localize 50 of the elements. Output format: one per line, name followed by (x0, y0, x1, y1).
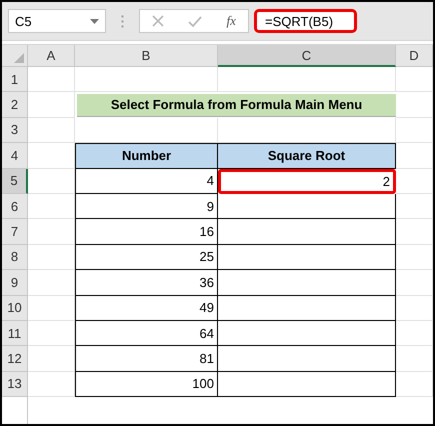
row-header[interactable]: 10 (2, 296, 28, 321)
table-cell: 64 (75, 320, 218, 346)
row-header[interactable]: 12 (2, 346, 28, 372)
row-header[interactable]: 6 (2, 194, 28, 220)
row-header[interactable]: 5 (2, 168, 28, 194)
row-header[interactable]: 9 (2, 270, 28, 296)
insert-function-button[interactable]: fx (226, 13, 236, 29)
table-cell: 49 (75, 296, 218, 321)
table-cell: 36 (75, 270, 218, 296)
name-box[interactable]: C5 (8, 9, 106, 33)
row-header[interactable]: 11 (2, 320, 28, 346)
table-cell: 16 (75, 219, 218, 245)
column-header[interactable]: B (75, 45, 218, 67)
row-header[interactable]: 1 (2, 67, 28, 92)
empty-cell (396, 168, 433, 194)
cancel-icon[interactable] (152, 15, 164, 27)
empty-cell (396, 346, 433, 372)
table-cell: 4 (75, 168, 218, 194)
table-cell: 2 (218, 168, 396, 194)
column-header[interactable]: D (396, 45, 433, 67)
empty-cell (396, 244, 433, 270)
row-header[interactable]: 13 (2, 372, 28, 398)
empty-cell (396, 194, 433, 220)
empty-cell (396, 118, 433, 144)
table-header-cell: Square Root (218, 143, 396, 169)
empty-cell (396, 296, 433, 321)
table-header-cell: Number (75, 143, 218, 169)
empty-cell (396, 320, 433, 346)
empty-cell (396, 219, 433, 245)
sheet-title: Select Formula from Formula Main Menu (77, 94, 396, 117)
row-header[interactable]: 8 (2, 244, 28, 270)
empty-cell (396, 372, 433, 398)
column-header[interactable]: A (28, 45, 75, 67)
row-header[interactable]: 7 (2, 219, 28, 245)
select-all-button[interactable] (2, 45, 28, 67)
row-header[interactable]: 3 (2, 118, 28, 144)
row-header[interactable]: 4 (2, 143, 28, 169)
triangle-icon (14, 53, 24, 63)
table-cell: 100 (75, 372, 218, 398)
table-cell: 25 (75, 244, 218, 270)
table-cell: 81 (75, 346, 218, 372)
row-header[interactable]: 2 (2, 92, 28, 118)
table-cell: 9 (75, 194, 218, 220)
caret-icon (90, 18, 99, 24)
column-header[interactable]: C (218, 45, 396, 67)
empty-cell (396, 270, 433, 296)
grip-icon (121, 14, 124, 28)
formula-field[interactable]: =SQRT(B5) (254, 9, 357, 33)
empty-cell (396, 67, 433, 92)
checkmark-icon[interactable] (188, 16, 202, 26)
